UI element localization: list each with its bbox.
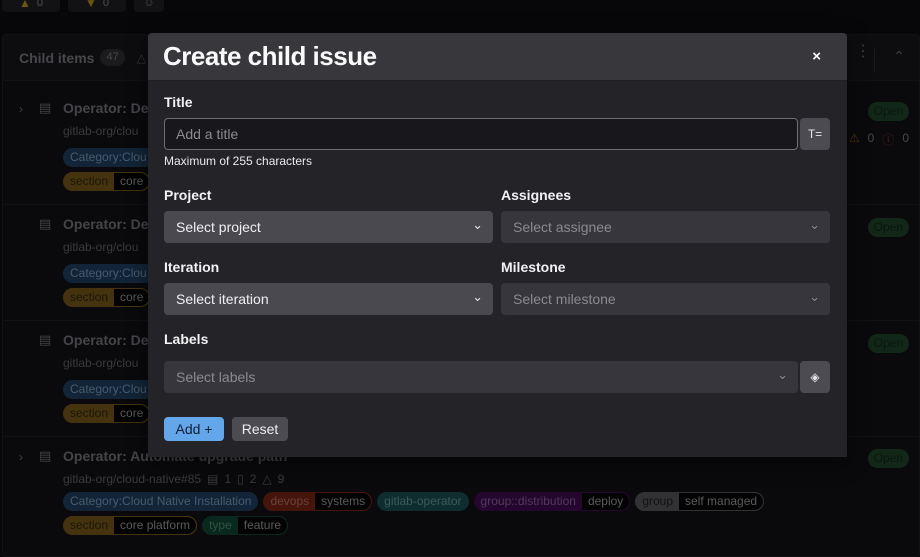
chevron-down-icon: ⌄ [472,289,483,304]
assignees-label: Assignees [501,187,572,203]
labels-label: Labels [164,331,209,347]
assignee-select-value: Select assignee [513,219,612,235]
text-format-button[interactable]: T= [800,118,830,150]
modal-title: Create child issue [163,41,377,71]
milestone-select[interactable]: Select milestone ⌄ [501,283,830,315]
iteration-label: Iteration [164,259,220,275]
milestone-select-value: Select milestone [513,291,616,307]
project-select-value: Select project [176,219,261,235]
manage-labels-button[interactable]: ◈ [800,361,830,393]
modal-body: Title T= Maximum of 255 characters Proje… [164,81,831,457]
create-child-issue-modal: Create child issue × Title T= Maximum of… [148,33,847,457]
close-icon[interactable]: × [812,48,821,65]
add-button[interactable]: Add + [164,417,224,441]
chevron-down-icon: ⌄ [809,289,820,304]
labels-select[interactable]: Select labels ⌄ [164,361,798,393]
milestone-label: Milestone [501,259,566,275]
assignee-select[interactable]: Select assignee ⌄ [501,211,830,243]
modal-header: Create child issue × [148,33,847,81]
iteration-select[interactable]: Select iteration ⌄ [164,283,493,315]
title-hint: Maximum of 255 characters [164,154,313,168]
chevron-down-icon: ⌄ [777,367,788,382]
chevron-down-icon: ⌄ [809,217,820,232]
text-format-icon: T= [807,127,823,141]
reset-button[interactable]: Reset [232,417,288,441]
title-input[interactable] [164,118,798,150]
title-label: Title [164,94,193,110]
project-label: Project [164,187,212,203]
labels-select-value: Select labels [176,369,256,385]
chevron-down-icon: ⌄ [472,217,483,232]
project-select[interactable]: Select project ⌄ [164,211,493,243]
iteration-select-value: Select iteration [176,291,269,307]
label-tag-icon: ◈ [810,370,820,384]
